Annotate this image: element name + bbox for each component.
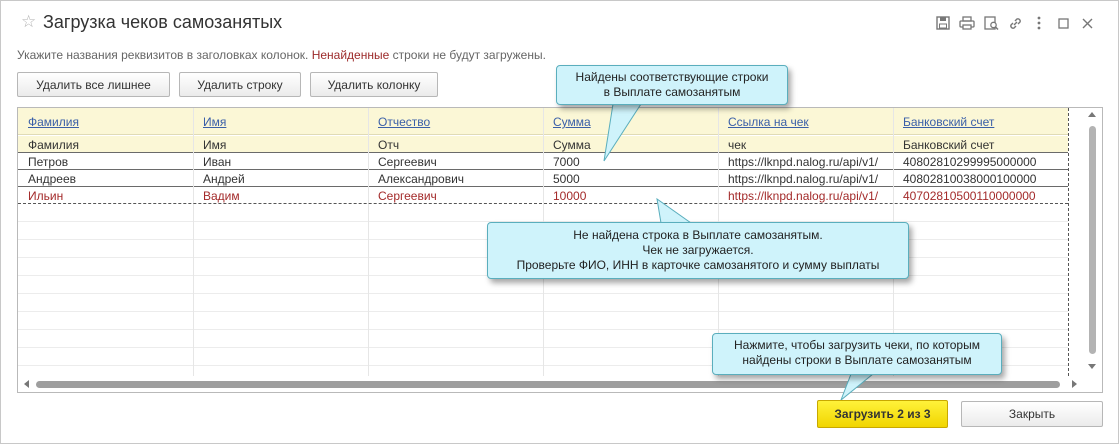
delete-row-button[interactable]: Удалить строку: [179, 72, 301, 97]
scroll-down-icon[interactable]: [1088, 364, 1096, 369]
column-divider: [368, 108, 369, 376]
title-bar-icons: [930, 14, 1098, 32]
hint-prefix: Укажите названия реквизитов в заголовках…: [17, 48, 312, 62]
window-title: Загрузка чеков самозанятых: [43, 12, 283, 32]
callout-found-rows: Найдены соответствующие строки в Выплате…: [556, 65, 788, 105]
star-icon[interactable]: ☆: [21, 13, 36, 30]
load-receipts-button[interactable]: Загрузить 2 из 3: [817, 400, 948, 428]
table-cell: чек: [728, 138, 747, 152]
callout-line: найдены строки в Выплате самозанятым: [742, 353, 972, 367]
callout-not-found-row: Не найдена строка в Выплате самозанятым.…: [487, 222, 909, 279]
hint-suffix: строки не будут загружены.: [389, 48, 546, 62]
column-header-firstname[interactable]: Имя: [203, 115, 226, 129]
callout-line: Нажмите, чтобы загрузить чеки, по которы…: [734, 338, 980, 352]
data-area-right-boundary: [1068, 108, 1069, 376]
more-icon[interactable]: [1028, 14, 1050, 32]
print-icon[interactable]: [956, 14, 978, 32]
close-icon[interactable]: [1076, 14, 1098, 32]
title-bar: ☆ Загрузка чеков самозанятых: [1, 1, 1118, 43]
maximize-icon[interactable]: [1052, 14, 1074, 32]
scroll-up-icon[interactable]: [1088, 112, 1096, 117]
scroll-left-icon[interactable]: [24, 380, 29, 388]
delete-all-extra-button[interactable]: Удалить все лишнее: [17, 72, 170, 97]
delete-column-button[interactable]: Удалить колонку: [310, 72, 438, 97]
instruction-text: Укажите названия реквизитов в заголовках…: [17, 48, 546, 62]
vertical-scroll-thumb[interactable]: [1089, 126, 1096, 354]
hint-warning: Ненайденные: [311, 48, 390, 62]
callout-line: Чек не загружается.: [642, 243, 754, 257]
close-button[interactable]: Закрыть: [961, 401, 1103, 427]
callout-line: Найдены соответствующие строки: [575, 70, 769, 84]
column-header-patronymic[interactable]: Отчество: [378, 115, 430, 129]
column-header-amount[interactable]: Сумма: [553, 115, 591, 129]
callout-line: в Выплате самозанятым: [603, 85, 741, 99]
scroll-right-icon[interactable]: [1072, 380, 1077, 388]
callout-line: Проверьте ФИО, ИНН в карточке самозанято…: [516, 258, 880, 272]
column-header-bank-account[interactable]: Банковский счет: [903, 115, 994, 129]
link-icon[interactable]: [1004, 14, 1026, 32]
table-cell: Сумма: [553, 138, 591, 152]
column-header-lastname[interactable]: Фамилия: [28, 115, 79, 129]
save-icon[interactable]: [932, 14, 954, 32]
preview-icon[interactable]: [980, 14, 1002, 32]
table-cell: Отч: [378, 138, 400, 152]
callout-line: Не найдена строка в Выплате самозанятым.: [573, 228, 823, 242]
vertical-scrollbar[interactable]: [1084, 108, 1102, 376]
horizontal-scroll-thumb[interactable]: [36, 381, 1060, 388]
table-cell: Имя: [203, 138, 227, 152]
dialog-window: ☆ Загрузка чеков самозанятых Укажите наз…: [0, 0, 1119, 444]
horizontal-scrollbar[interactable]: [18, 376, 1084, 392]
column-header-receipt-link[interactable]: Ссылка на чек: [728, 115, 809, 129]
table-cell: Фамилия: [28, 138, 79, 152]
callout-load-hint: Нажмите, чтобы загрузить чеки, по которы…: [712, 333, 1002, 375]
data-area-boundary: [18, 153, 1068, 204]
table-cell: Банковский счет: [903, 138, 995, 152]
column-divider: [193, 108, 194, 376]
